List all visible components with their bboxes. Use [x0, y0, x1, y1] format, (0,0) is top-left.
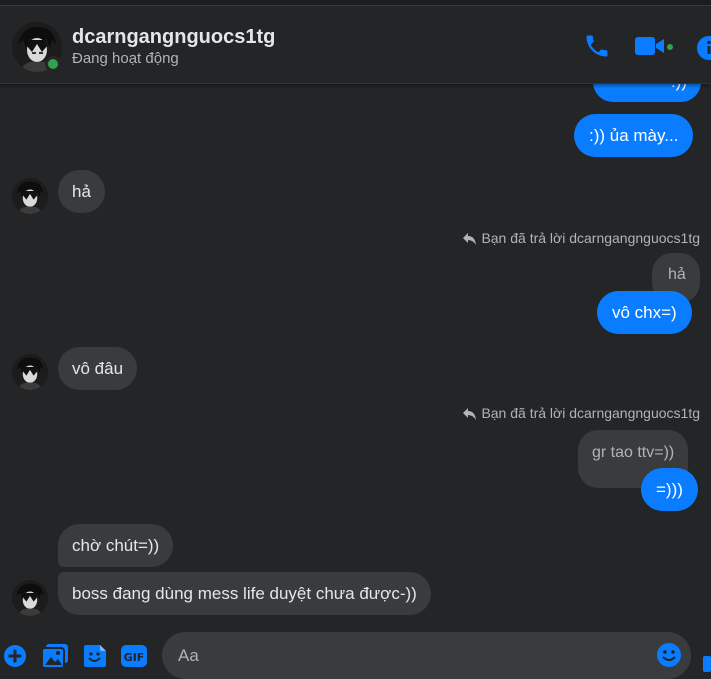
reply-indicator-text: Bạn đã trả lời dcarngangnguocs1tg [481, 405, 700, 421]
gif-icon[interactable]: GIF [121, 644, 147, 673]
quoted-text: hả [668, 266, 686, 283]
contact-avatar-small[interactable] [12, 178, 48, 214]
reply-arrow-icon [463, 407, 477, 423]
contact-avatar-small[interactable] [12, 580, 48, 616]
message-text: =))) [656, 480, 683, 499]
message-bubble-outgoing[interactable]: :)) ủa mày... [574, 114, 694, 157]
reply-arrow-icon [463, 232, 477, 248]
video-active-dot [667, 44, 673, 50]
reply-indicator: Bạn đã trả lời dcarngangnguocs1tg [463, 405, 700, 423]
message-text: chờ chút=)) [72, 536, 160, 555]
plus-circle-icon[interactable] [3, 644, 27, 673]
message-bubble-outgoing[interactable]: :)) [593, 84, 701, 102]
message-input-box[interactable] [162, 632, 691, 679]
message-list[interactable]: :)) :)) ủa mày... hả Bạn đã trả lời dcar… [0, 84, 711, 626]
sticker-icon[interactable] [83, 644, 107, 673]
contact-avatar-small[interactable] [12, 354, 48, 390]
photo-icon[interactable] [41, 644, 68, 673]
message-text: :)) ủa mày... [589, 126, 679, 145]
message-bubble-incoming[interactable]: vô đâu [58, 347, 138, 390]
like-button-edge[interactable] [703, 656, 711, 672]
message-bubble-outgoing[interactable]: vô chx=) [597, 291, 692, 334]
message-bubble-outgoing[interactable]: =))) [641, 468, 698, 511]
active-status-text: Đang hoạt động [72, 50, 179, 67]
message-bubble-incoming[interactable]: hả [58, 170, 105, 213]
message-input[interactable] [178, 644, 628, 668]
message-text: hả [72, 182, 91, 201]
message-bubble-incoming[interactable]: chờ chút=)) [58, 524, 174, 567]
message-text: boss đang dùng mess life duyệt chưa được… [72, 584, 417, 603]
video-call-icon[interactable] [634, 32, 666, 65]
reply-indicator-text: Bạn đã trả lời dcarngangnguocs1tg [481, 230, 700, 246]
message-text: :)) [671, 84, 687, 91]
info-icon[interactable] [693, 35, 711, 66]
emoji-icon[interactable] [656, 642, 682, 673]
online-status-dot [45, 56, 61, 72]
message-text: vô chx=) [612, 303, 677, 322]
phone-call-icon[interactable] [583, 32, 611, 65]
message-text: vô đâu [72, 359, 124, 378]
reply-indicator: Bạn đã trả lời dcarngangnguocs1tg [463, 230, 700, 248]
quoted-text: gr tao ttv=)) [592, 444, 675, 461]
svg-text:GIF: GIF [124, 651, 145, 664]
message-bubble-incoming[interactable]: boss đang dùng mess life duyệt chưa được… [58, 572, 431, 615]
contact-name[interactable]: dcarngangnguocs1tg [72, 26, 275, 49]
conversation-header: dcarngangnguocs1tg Đang hoạt động [0, 6, 711, 84]
